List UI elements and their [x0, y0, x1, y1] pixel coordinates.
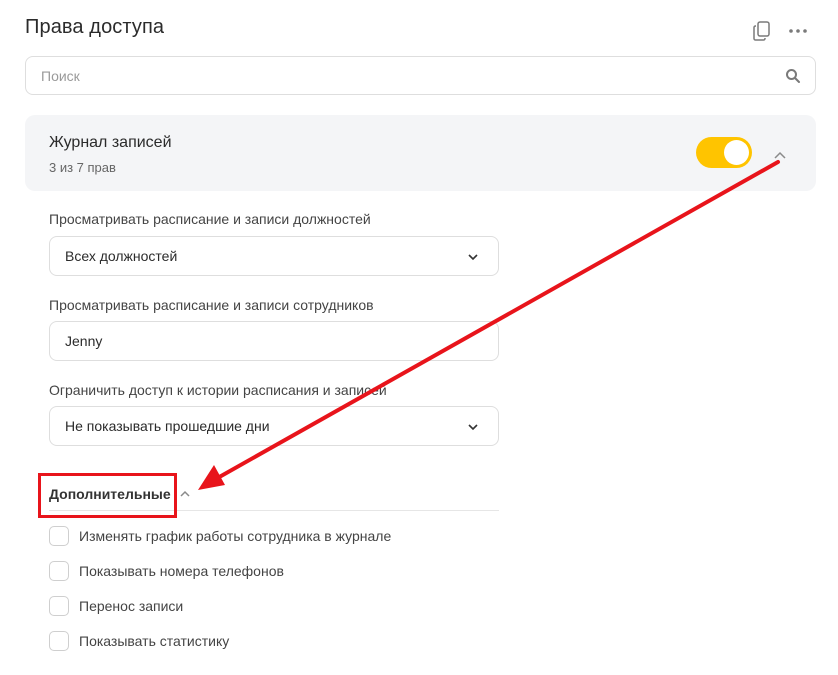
- section-enable-toggle[interactable]: [696, 137, 752, 168]
- field-label-positions: Просматривать расписание и записи должно…: [49, 211, 371, 227]
- option-show-stats[interactable]: Показывать статистику: [49, 630, 229, 652]
- option-label: Перенос записи: [79, 598, 184, 614]
- select-value: Jenny: [65, 333, 103, 349]
- checkbox[interactable]: [49, 596, 69, 616]
- checkbox[interactable]: [49, 631, 69, 651]
- section-journal-header[interactable]: Журнал записей 3 из 7 прав: [25, 115, 816, 191]
- employees-select[interactable]: Jenny: [49, 321, 499, 361]
- select-value: Не показывать прошедшие дни: [65, 418, 270, 434]
- field-label-history: Ограничить доступ к истории расписания и…: [49, 382, 387, 398]
- option-show-phones[interactable]: Показывать номера телефонов: [49, 560, 284, 582]
- select-value: Всех должностей: [65, 248, 178, 264]
- checkbox[interactable]: [49, 561, 69, 581]
- toggle-knob: [724, 140, 749, 165]
- option-label: Показывать статистику: [79, 633, 230, 649]
- page-title: Права доступа: [25, 16, 165, 38]
- field-label-employees: Просматривать расписание и записи сотруд…: [49, 297, 374, 313]
- chevron-up-icon[interactable]: [770, 145, 790, 165]
- more-icon[interactable]: [787, 20, 809, 42]
- positions-select[interactable]: Всех должностей: [49, 236, 499, 276]
- option-move-booking[interactable]: Перенос записи: [49, 595, 183, 617]
- section-title: Журнал записей: [49, 134, 172, 151]
- search-field[interactable]: [25, 56, 816, 95]
- copy-icon[interactable]: [751, 20, 773, 42]
- checkbox[interactable]: [49, 526, 69, 546]
- search-icon[interactable]: [785, 68, 801, 84]
- section-permissions-count: 3 из 7 прав: [49, 160, 116, 175]
- annotation-highlight-box: [38, 473, 177, 518]
- option-label: Показывать номера телефонов: [79, 563, 284, 579]
- chevron-down-icon: [468, 424, 478, 431]
- history-select[interactable]: Не показывать прошедшие дни: [49, 406, 499, 446]
- option-edit-schedule[interactable]: Изменять график работы сотрудника в журн…: [49, 525, 391, 547]
- chevron-down-icon: [468, 254, 478, 261]
- chevron-up-icon[interactable]: [178, 487, 192, 501]
- option-label: Изменять график работы сотрудника в журн…: [79, 528, 392, 544]
- search-input[interactable]: [26, 57, 815, 94]
